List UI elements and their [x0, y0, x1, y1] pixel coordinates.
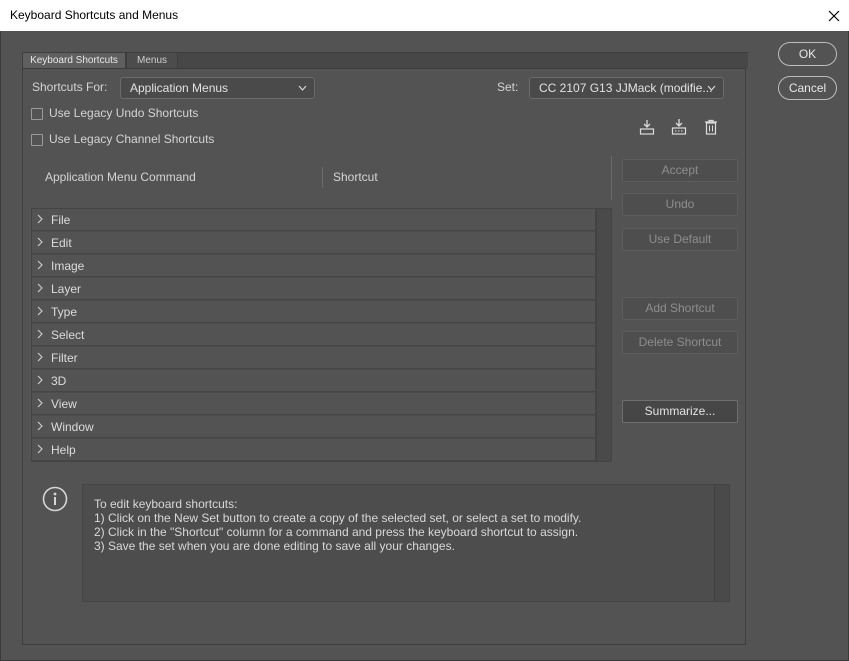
legacy-channel-checkbox[interactable] [31, 134, 43, 146]
legacy-undo-label: Use Legacy Undo Shortcuts [49, 106, 199, 120]
cancel-button[interactable]: Cancel [778, 76, 837, 100]
chevron-down-icon [707, 85, 716, 91]
table-header: Application Menu Command Shortcut [32, 156, 612, 208]
new-set-icon [671, 119, 687, 135]
table-row[interactable]: Filter [32, 347, 596, 369]
row-label: View [51, 397, 77, 411]
tab-keyboard-shortcuts[interactable]: Keyboard Shortcuts [22, 52, 126, 68]
add-shortcut-button[interactable]: Add Shortcut [622, 297, 738, 320]
table-row[interactable]: Select [32, 324, 596, 346]
column-header-shortcut[interactable]: Shortcut [333, 170, 378, 184]
instruction-line: 2) Click in the "Shortcut" column for a … [94, 525, 579, 539]
table-row[interactable]: Image [32, 255, 596, 277]
chevron-right-icon[interactable] [37, 375, 43, 385]
chevron-down-icon [298, 85, 307, 91]
instruction-line: To edit keyboard shortcuts: [94, 497, 238, 511]
instruction-line: 1) Click on the New Set button to create… [94, 511, 582, 525]
column-header-command[interactable]: Application Menu Command [45, 170, 196, 184]
row-label: Edit [51, 236, 72, 250]
row-label: Select [51, 328, 85, 342]
table-scrollbar[interactable] [596, 209, 611, 461]
summarize-button[interactable]: Summarize... [622, 400, 738, 423]
shortcuts-for-value: Application Menus [130, 81, 229, 95]
title-bar: Keyboard Shortcuts and Menus [0, 0, 849, 31]
legacy-undo-checkbox[interactable] [31, 108, 43, 120]
chevron-right-icon[interactable] [37, 260, 43, 270]
new-set-button[interactable] [670, 118, 688, 136]
chevron-right-icon[interactable] [37, 398, 43, 408]
save-set-icon [639, 120, 655, 135]
ok-button[interactable]: OK [778, 42, 837, 66]
instructions-scrollbar[interactable] [714, 485, 729, 601]
table-row[interactable]: Window [32, 416, 596, 438]
table-row[interactable]: Edit [32, 232, 596, 254]
trash-icon [705, 119, 717, 135]
table-row[interactable]: Type [32, 301, 596, 323]
chevron-right-icon[interactable] [37, 444, 43, 454]
accept-button[interactable]: Accept [622, 159, 738, 182]
legacy-channel-label: Use Legacy Channel Shortcuts [49, 132, 215, 146]
row-label: Window [51, 420, 94, 434]
menu-command-table: File Edit Image Layer Type Select Filter… [31, 208, 612, 462]
table-row[interactable]: File [32, 209, 596, 231]
undo-button[interactable]: Undo [622, 193, 738, 216]
set-label: Set: [497, 80, 519, 94]
chevron-right-icon[interactable] [37, 214, 43, 224]
row-label: Image [51, 259, 85, 273]
shortcuts-for-select[interactable]: Application Menus [120, 77, 315, 99]
header-edge [611, 156, 612, 200]
chevron-right-icon[interactable] [37, 421, 43, 431]
table-row[interactable]: Layer [32, 278, 596, 300]
row-label: Layer [51, 282, 82, 296]
close-button[interactable] [819, 0, 849, 31]
use-default-button[interactable]: Use Default [622, 228, 738, 251]
chevron-right-icon[interactable] [37, 306, 43, 316]
instructions-box: To edit keyboard shortcuts: 1) Click on … [82, 484, 730, 602]
column-divider[interactable] [322, 167, 323, 188]
table-row[interactable]: 3D [32, 370, 596, 392]
row-label: Filter [51, 351, 78, 365]
tab-menus[interactable]: Menus [126, 52, 178, 68]
delete-set-button[interactable] [702, 118, 720, 136]
chevron-right-icon[interactable] [37, 237, 43, 247]
chevron-right-icon[interactable] [37, 283, 43, 293]
save-set-button[interactable] [638, 118, 656, 136]
window-title: Keyboard Shortcuts and Menus [10, 8, 179, 22]
row-label: File [51, 213, 71, 227]
set-value: CC 2107 G13 JJMack (modifie... [539, 81, 713, 95]
instruction-line: 3) Save the set when you are done editin… [94, 539, 455, 553]
table-row[interactable]: Help [32, 439, 596, 461]
chevron-right-icon[interactable] [37, 329, 43, 339]
set-select[interactable]: CC 2107 G13 JJMack (modifie... [529, 77, 724, 99]
row-label: Help [51, 443, 76, 457]
chevron-right-icon[interactable] [37, 352, 43, 362]
close-icon [828, 10, 840, 21]
shortcuts-for-label: Shortcuts For: [32, 80, 108, 94]
row-label: 3D [51, 374, 67, 388]
row-label: Type [51, 305, 78, 319]
info-icon [42, 486, 68, 512]
delete-shortcut-button[interactable]: Delete Shortcut [622, 331, 738, 354]
table-row[interactable]: View [32, 393, 596, 415]
